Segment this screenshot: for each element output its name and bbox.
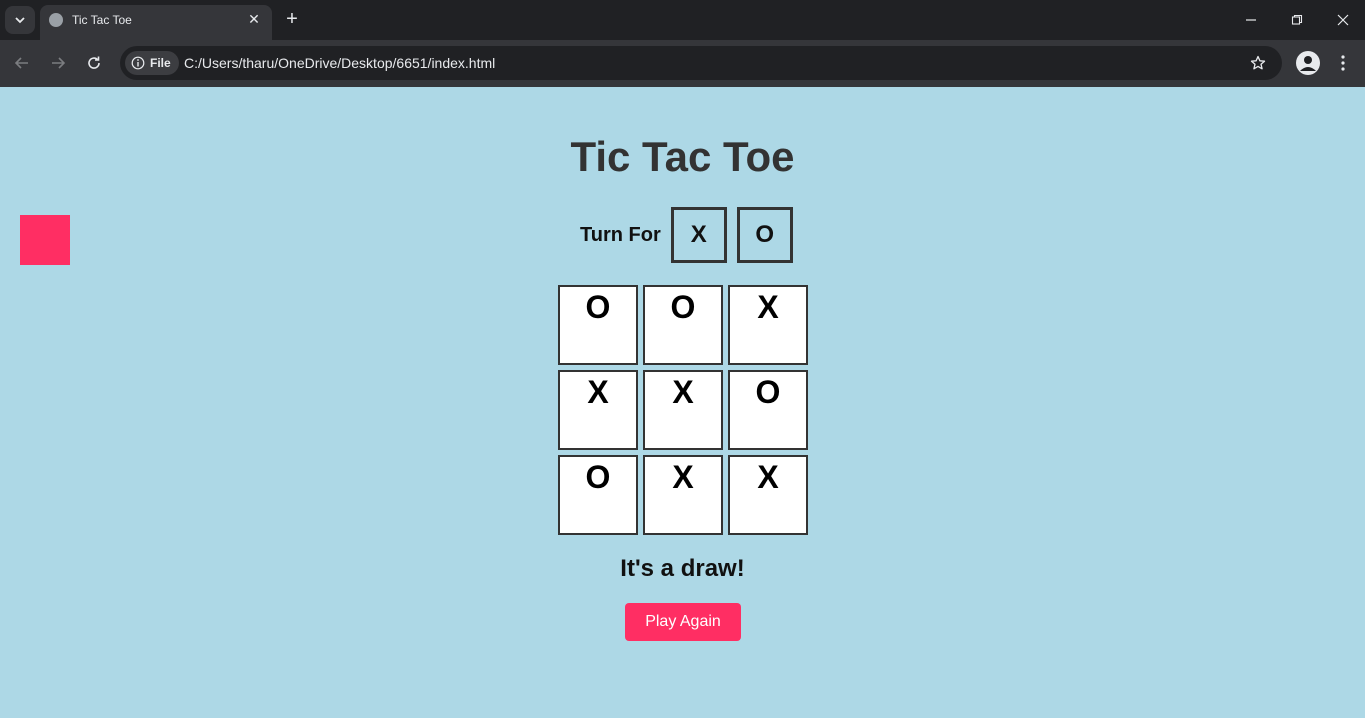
board-cell[interactable]: X (643, 370, 723, 450)
browser-tab-bar: Tic Tac Toe ✕ + (0, 0, 1365, 40)
turn-box-x: X (670, 207, 727, 263)
url-text[interactable]: C:/Users/tharu/OneDrive/Desktop/6651/ind… (184, 55, 495, 71)
board-cell[interactable]: X (643, 455, 723, 535)
game-result: It's a draw! (620, 555, 745, 582)
globe-icon (49, 13, 63, 27)
decorative-square (20, 215, 70, 265)
turn-indicator: Turn For X O (580, 207, 803, 263)
browser-toolbar: File C:/Users/tharu/OneDrive/Desktop/665… (0, 40, 1365, 87)
board-cell[interactable]: O (643, 285, 723, 365)
game-board: O O X X X O O X X (558, 285, 808, 535)
board-cell[interactable]: O (558, 285, 638, 365)
turn-box-o: O (736, 207, 793, 263)
board-cell[interactable]: X (558, 370, 638, 450)
page-title: Tic Tac Toe (570, 133, 795, 180)
reload-icon[interactable] (81, 50, 107, 76)
address-bar[interactable]: File C:/Users/tharu/OneDrive/Desktop/665… (120, 46, 1282, 80)
chevron-down-icon (15, 17, 25, 24)
close-window-icon[interactable] (1331, 8, 1355, 32)
browser-tab[interactable]: Tic Tac Toe ✕ (40, 5, 272, 40)
info-icon (131, 56, 145, 70)
board-cell[interactable]: X (728, 455, 808, 535)
site-info-chip[interactable]: File (125, 51, 179, 75)
star-icon[interactable] (1248, 53, 1268, 73)
play-again-button[interactable]: Play Again (625, 603, 741, 641)
kebab-menu-icon[interactable] (1333, 51, 1353, 75)
tab-list-button[interactable] (5, 6, 35, 34)
board-cell[interactable]: O (728, 370, 808, 450)
forward-icon[interactable] (45, 50, 71, 76)
turn-label: Turn For (580, 223, 661, 246)
tab-title: Tic Tac Toe (72, 13, 132, 27)
board-cell[interactable]: X (728, 285, 808, 365)
back-icon[interactable] (9, 50, 35, 76)
minimize-icon[interactable] (1239, 8, 1263, 32)
restore-icon[interactable] (1285, 8, 1309, 32)
close-icon[interactable]: ✕ (245, 10, 263, 28)
profile-icon[interactable] (1296, 51, 1320, 75)
plus-icon[interactable]: + (282, 8, 302, 30)
board-cell[interactable]: O (558, 455, 638, 535)
site-info-label: File (150, 56, 171, 70)
